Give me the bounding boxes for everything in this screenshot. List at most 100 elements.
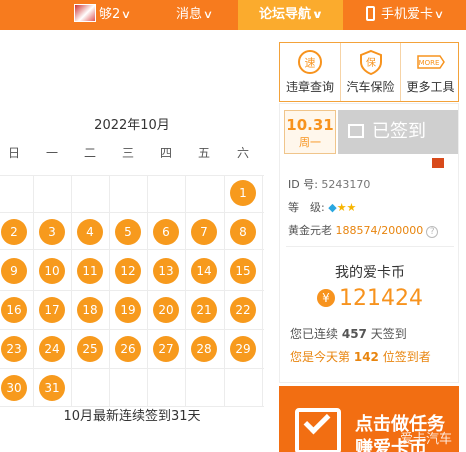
- grid-line: [224, 175, 225, 406]
- tool-car-insurance[interactable]: 保 汽车保险: [340, 43, 400, 101]
- tool-label: 违章查询: [285, 80, 334, 94]
- signed-day[interactable]: 10: [39, 258, 65, 284]
- rank-text: 您是今天第 142 位签到者: [290, 348, 431, 365]
- tool-label: 汽车保险: [346, 80, 395, 94]
- calendar-weekdays: 日一二三四五六: [0, 144, 264, 166]
- weekday-label: 五: [197, 146, 210, 160]
- signed-day[interactable]: 22: [230, 297, 256, 323]
- signed-day[interactable]: 20: [153, 297, 179, 323]
- grid-line: [185, 175, 186, 406]
- signed-day[interactable]: 19: [115, 297, 141, 323]
- signed-day[interactable]: 5: [115, 219, 141, 245]
- coin-icon: ¥: [317, 289, 335, 307]
- signed-day[interactable]: 12: [115, 258, 141, 284]
- tool-label: 更多工具: [406, 80, 455, 94]
- signed-day[interactable]: 23: [1, 336, 27, 362]
- avatar: [74, 4, 96, 22]
- chevron-down-icon: ∨: [433, 8, 445, 21]
- signed-button[interactable]: 已签到: [338, 110, 458, 154]
- signed-day[interactable]: 7: [191, 219, 217, 245]
- coin-value: 121424: [339, 286, 423, 311]
- signed-day[interactable]: 18: [77, 297, 103, 323]
- svg-text:速: 速: [305, 57, 316, 70]
- signed-day[interactable]: 14: [191, 258, 217, 284]
- signed-label: 已签到: [372, 121, 426, 142]
- streak-days: 457: [341, 327, 367, 341]
- svg-text:MORE: MORE: [418, 59, 439, 67]
- signed-day[interactable]: 9: [1, 258, 27, 284]
- signed-day[interactable]: 13: [153, 258, 179, 284]
- tool-more[interactable]: MORE 更多工具: [400, 43, 460, 101]
- tool-violation-query[interactable]: 速 违章查询: [280, 43, 340, 101]
- coin-balance: ¥121424: [280, 286, 460, 311]
- streak-text: 您已连续 457 天签到: [290, 325, 407, 342]
- signed-day[interactable]: 11: [77, 258, 103, 284]
- mobile-label: 手机爱卡: [381, 7, 434, 22]
- tools-box: 速 违章查询 保 汽车保险 MORE 更多工具: [279, 42, 459, 102]
- watermark: 爱卡汽车: [400, 432, 453, 447]
- insurance-icon: 保: [359, 49, 382, 75]
- rank-suffix: 位签到者: [382, 350, 431, 364]
- phone-icon: [366, 6, 375, 21]
- gold-value: 188574/200000: [335, 224, 424, 237]
- signed-day[interactable]: 27: [153, 336, 179, 362]
- grid-line: [147, 175, 148, 406]
- signed-day[interactable]: 25: [77, 336, 103, 362]
- signed-day[interactable]: 30: [1, 375, 27, 401]
- streak-prefix: 您已连续: [290, 327, 339, 341]
- svg-text:保: 保: [366, 56, 376, 69]
- id-value: 5243170: [321, 178, 371, 191]
- id-label: ID 号:: [288, 178, 318, 191]
- level-label: 等 级:: [288, 201, 325, 214]
- today-weekday: 周一: [299, 136, 321, 149]
- signed-day[interactable]: 28: [191, 336, 217, 362]
- help-icon[interactable]: ?: [426, 226, 439, 238]
- signed-day[interactable]: 2: [1, 219, 27, 245]
- chevron-down-icon: ∨: [121, 8, 132, 21]
- calendar-title: 2022年10月: [94, 118, 170, 133]
- weekday-label: 一: [45, 146, 58, 160]
- sign-panel: 10.31 周一 已签到 ID 号: 5243170 等 级: ◆★★ 黄金元老…: [279, 103, 459, 383]
- mobile-app-menu[interactable]: 手机爱卡∨: [366, 0, 445, 30]
- signed-day[interactable]: 8: [230, 219, 256, 245]
- chevron-down-icon: ∨: [202, 8, 214, 21]
- signed-day[interactable]: 1: [230, 180, 256, 206]
- today-date-box: 10.31 周一: [284, 110, 336, 154]
- user-id-row: ID 号: 5243170: [288, 176, 370, 192]
- signed-day[interactable]: 16: [1, 297, 27, 323]
- weekday-label: 二: [83, 146, 96, 160]
- signed-day[interactable]: 15: [230, 258, 256, 284]
- star-icon: ★★: [336, 201, 357, 214]
- signed-day[interactable]: 29: [230, 336, 256, 362]
- messages-menu[interactable]: 消息∨: [176, 0, 214, 30]
- grid-line: [262, 175, 263, 406]
- signed-day[interactable]: 31: [39, 375, 65, 401]
- divider: [286, 246, 454, 247]
- top-nav-bar: 够2∨ 消息∨ 论坛导航∨ 手机爱卡∨: [0, 0, 466, 30]
- signed-day[interactable]: 6: [153, 219, 179, 245]
- signed-day[interactable]: 21: [191, 297, 217, 323]
- user-name: 够2: [99, 7, 121, 22]
- forum-nav-menu[interactable]: 论坛导航∨: [238, 0, 343, 30]
- signed-day[interactable]: 26: [115, 336, 141, 362]
- signed-day[interactable]: 24: [39, 336, 65, 362]
- speed-camera-icon: 速: [298, 50, 322, 74]
- user-menu[interactable]: 够2∨: [74, 0, 132, 30]
- chevron-down-icon: ∨: [311, 8, 324, 21]
- calendar-streak-summary: 10月最新连续签到31天: [63, 409, 201, 424]
- weekday-label: 日: [7, 146, 20, 160]
- grid-line: [109, 175, 110, 406]
- calendar-check-icon: [348, 124, 364, 138]
- more-icon: MORE: [416, 55, 445, 69]
- grid-line: [71, 175, 72, 406]
- signed-day[interactable]: 4: [77, 219, 103, 245]
- signed-day[interactable]: 17: [39, 297, 65, 323]
- weekday-label: 三: [121, 146, 134, 160]
- signed-day[interactable]: 3: [39, 219, 65, 245]
- forum-nav-label: 论坛导航: [259, 7, 312, 22]
- rank-value: 142: [353, 350, 379, 364]
- messages-label: 消息: [176, 7, 203, 22]
- weekday-label: 四: [159, 146, 172, 160]
- coin-title: 我的爱卡币: [335, 265, 405, 281]
- today-date: 10.31: [286, 116, 334, 134]
